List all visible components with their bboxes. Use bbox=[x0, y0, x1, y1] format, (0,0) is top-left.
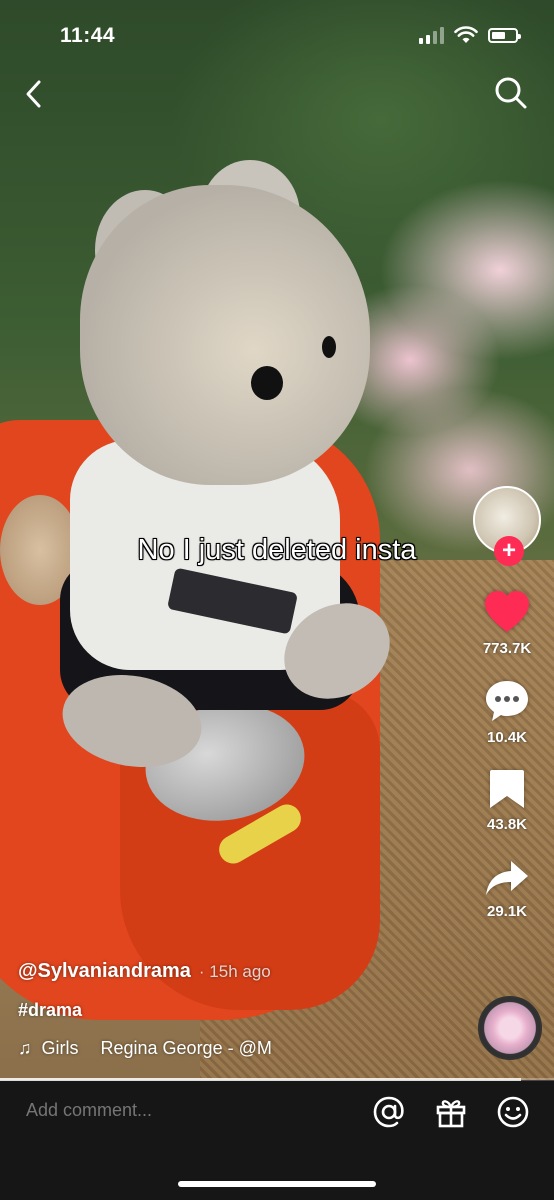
post-time: · 15h ago bbox=[198, 962, 271, 981]
search-icon[interactable] bbox=[494, 76, 528, 110]
music-info[interactable]: ♫ Girls Regina George - @M bbox=[18, 1038, 308, 1059]
share-count: 29.1K bbox=[486, 903, 528, 920]
figure-eye-far bbox=[322, 336, 336, 358]
battery-icon bbox=[488, 27, 521, 43]
save-button[interactable]: 43.8K bbox=[487, 768, 527, 833]
music-artist: Regina George - @M bbox=[100, 1038, 272, 1058]
cellular-signal-icon bbox=[419, 26, 444, 44]
share-arrow-icon bbox=[486, 861, 528, 895]
heart-icon bbox=[485, 591, 529, 632]
follow-plus: + bbox=[501, 537, 516, 564]
save-count: 43.8K bbox=[486, 816, 528, 833]
music-note-icon: ♫ bbox=[18, 1038, 32, 1058]
status-time: 11:44 bbox=[60, 24, 116, 47]
wifi-icon bbox=[454, 26, 478, 43]
home-indicator bbox=[178, 1181, 376, 1187]
creator-avatar[interactable]: + bbox=[473, 486, 541, 566]
comment-input[interactable] bbox=[24, 1099, 328, 1122]
video-description[interactable]: #drama bbox=[18, 1000, 82, 1021]
gift-icon[interactable] bbox=[434, 1095, 468, 1129]
action-rail: + 773.7K 10.4K 43.8K 29.1K bbox=[468, 486, 546, 920]
music-song: Girls bbox=[41, 1038, 79, 1058]
status-icons bbox=[419, 26, 521, 44]
creator-username[interactable]: @Sylvaniandrama bbox=[18, 960, 191, 982]
creator-username-row: @Sylvaniandrama · 15h ago bbox=[18, 960, 271, 983]
share-button[interactable]: 29.1K bbox=[484, 859, 530, 920]
emoji-icon[interactable] bbox=[496, 1095, 530, 1129]
bookmark-icon bbox=[490, 770, 524, 808]
at-mention-icon[interactable] bbox=[372, 1095, 406, 1129]
comment-count: 10.4K bbox=[486, 729, 528, 746]
figure-eye bbox=[251, 366, 283, 400]
follow-button[interactable]: + bbox=[494, 536, 524, 566]
tiktok-video-screen: 11:44 No I just deleted insta + 773.7K 1… bbox=[0, 0, 554, 1200]
comment-button[interactable]: 10.4K bbox=[484, 679, 530, 746]
music-disc[interactable] bbox=[478, 996, 542, 1060]
back-chevron-icon[interactable] bbox=[20, 78, 48, 110]
like-count: 773.7K bbox=[482, 640, 532, 657]
like-button[interactable]: 773.7K bbox=[483, 590, 531, 657]
figure-head bbox=[80, 185, 370, 485]
comment-bubble-icon bbox=[486, 681, 528, 721]
